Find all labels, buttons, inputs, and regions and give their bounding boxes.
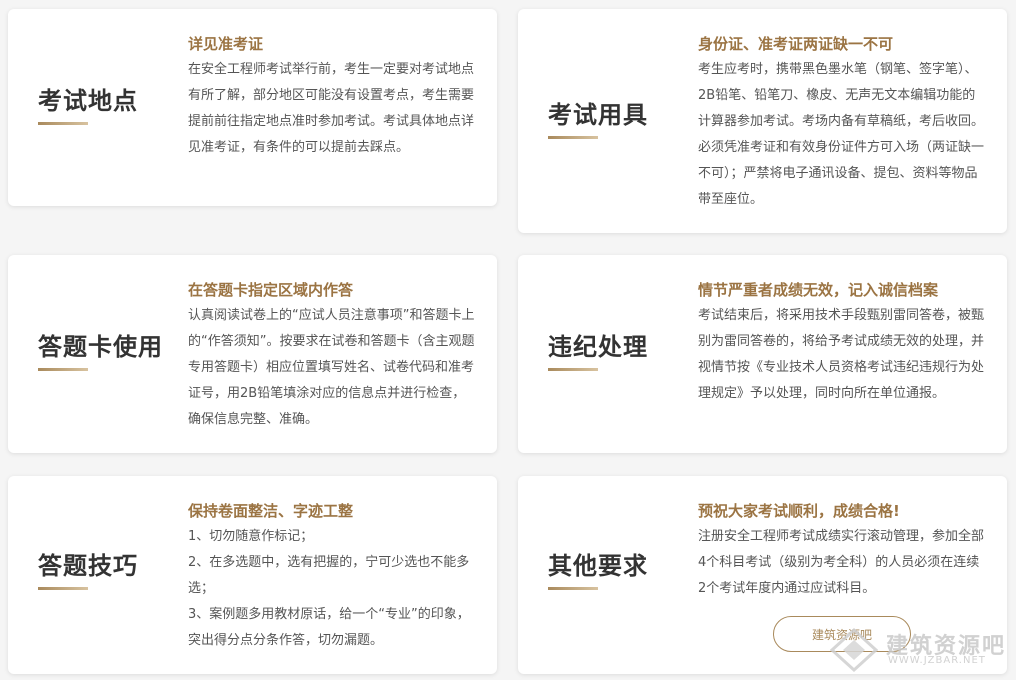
card-body: 在安全工程师考试举行前，考生一定要对考试地点有所了解，部分地区可能没有设置考点，… bbox=[188, 57, 475, 161]
card-body: 1、切勿随意作标记； 2、在多选题中，选有把握的，宁可少选也不能多选； 3、案例… bbox=[188, 524, 475, 654]
card-title: 答题卡使用 bbox=[38, 333, 163, 361]
title-underline bbox=[38, 587, 88, 590]
card-content: 预祝大家考试顺利，成绩合格! 注册安全工程师考试成绩实行滚动管理，参加全部4个科… bbox=[698, 500, 985, 602]
title-underline bbox=[548, 587, 598, 590]
card-heading: 详见准考证 bbox=[188, 35, 264, 53]
card-title: 违纪处理 bbox=[548, 333, 648, 361]
card-content: 在答题卡指定区域内作答 认真阅读试卷上的“应试人员注意事项”和答题卡上的“作答须… bbox=[188, 279, 475, 433]
title-underline bbox=[548, 136, 598, 139]
card-title: 考试地点 bbox=[38, 87, 138, 115]
card-title: 考试用具 bbox=[548, 101, 648, 129]
card-answer-sheet: 答题卡使用 在答题卡指定区域内作答 认真阅读试卷上的“应试人员注意事项”和答题卡… bbox=[8, 255, 497, 453]
title-underline bbox=[548, 368, 598, 371]
card-content: 保持卷面整洁、字迹工整 1、切勿随意作标记； 2、在多选题中，选有把握的，宁可少… bbox=[188, 500, 475, 654]
card-heading: 预祝大家考试顺利，成绩合格! bbox=[698, 502, 900, 520]
card-paragraph: 3、案例题多用教材原话，给一个“专业”的印象，突出得分点分条作答，切勿漏题。 bbox=[188, 607, 470, 648]
card-paragraph: 注册安全工程师考试成绩实行滚动管理，参加全部4个科目考试（级别为考全科）的人员必… bbox=[698, 529, 985, 596]
title-underline bbox=[38, 122, 88, 125]
card-heading: 在答题卡指定区域内作答 bbox=[188, 281, 354, 299]
card-exam-location: 考试地点 详见准考证 在安全工程师考试举行前，考生一定要对考试地点有所了解，部分… bbox=[8, 9, 497, 206]
card-body: 考试结束后，将采用技术手段甄别雷同答卷，被甄别为雷同答卷的，将给予考试成绩无效的… bbox=[698, 303, 985, 407]
card-paragraph: 在安全工程师考试举行前，考生一定要对考试地点有所了解，部分地区可能没有设置考点，… bbox=[188, 62, 475, 155]
card-body: 认真阅读试卷上的“应试人员注意事项”和答题卡上的“作答须知”。按要求在试卷和答题… bbox=[188, 303, 475, 433]
diamond-logo-icon bbox=[830, 628, 878, 672]
card-paragraph: 2、在多选题中，选有把握的，宁可少选也不能多选； bbox=[188, 555, 470, 596]
card-heading: 情节严重者成绩无效，记入诚信档案 bbox=[698, 281, 939, 299]
card-paragraph: 认真阅读试卷上的“应试人员注意事项”和答题卡上的“作答须知”。按要求在试卷和答题… bbox=[188, 308, 475, 427]
card-answer-tips: 答题技巧 保持卷面整洁、字迹工整 1、切勿随意作标记； 2、在多选题中，选有把握… bbox=[8, 476, 497, 674]
card-violation: 违纪处理 情节严重者成绩无效，记入诚信档案 考试结束后，将采用技术手段甄别雷同答… bbox=[518, 255, 1007, 453]
watermark: 建筑资源吧 WWW.JZBAR.NET bbox=[830, 628, 1010, 672]
watermark-url: WWW.JZBAR.NET bbox=[888, 655, 986, 666]
card-paragraph: 1、切勿随意作标记； bbox=[188, 529, 314, 544]
card-content: 详见准考证 在安全工程师考试举行前，考生一定要对考试地点有所了解，部分地区可能没… bbox=[188, 33, 475, 161]
card-heading: 保持卷面整洁、字迹工整 bbox=[188, 502, 354, 520]
card-content: 身份证、准考证两证缺一不可 考生应考时，携带黑色墨水笔（钢笔、签字笔）、2B铅笔… bbox=[698, 33, 985, 213]
card-heading: 身份证、准考证两证缺一不可 bbox=[698, 35, 894, 53]
card-title: 其他要求 bbox=[548, 552, 648, 580]
title-underline bbox=[38, 368, 88, 371]
card-content: 情节严重者成绩无效，记入诚信档案 考试结束后，将采用技术手段甄别雷同答卷，被甄别… bbox=[698, 279, 985, 407]
card-title: 答题技巧 bbox=[38, 552, 138, 580]
card-paragraph: 考生应考时，携带黑色墨水笔（钢笔、签字笔）、2B铅笔、铅笔刀、橡皮、无声无文本编… bbox=[698, 62, 985, 207]
card-exam-tools: 考试用具 身份证、准考证两证缺一不可 考生应考时，携带黑色墨水笔（钢笔、签字笔）… bbox=[518, 9, 1007, 233]
card-paragraph: 考试结束后，将采用技术手段甄别雷同答卷，被甄别为雷同答卷的，将给予考试成绩无效的… bbox=[698, 308, 985, 401]
card-body: 注册安全工程师考试成绩实行滚动管理，参加全部4个科目考试（级别为考全科）的人员必… bbox=[698, 524, 985, 602]
card-body: 考生应考时，携带黑色墨水笔（钢笔、签字笔）、2B铅笔、铅笔刀、橡皮、无声无文本编… bbox=[698, 57, 985, 213]
